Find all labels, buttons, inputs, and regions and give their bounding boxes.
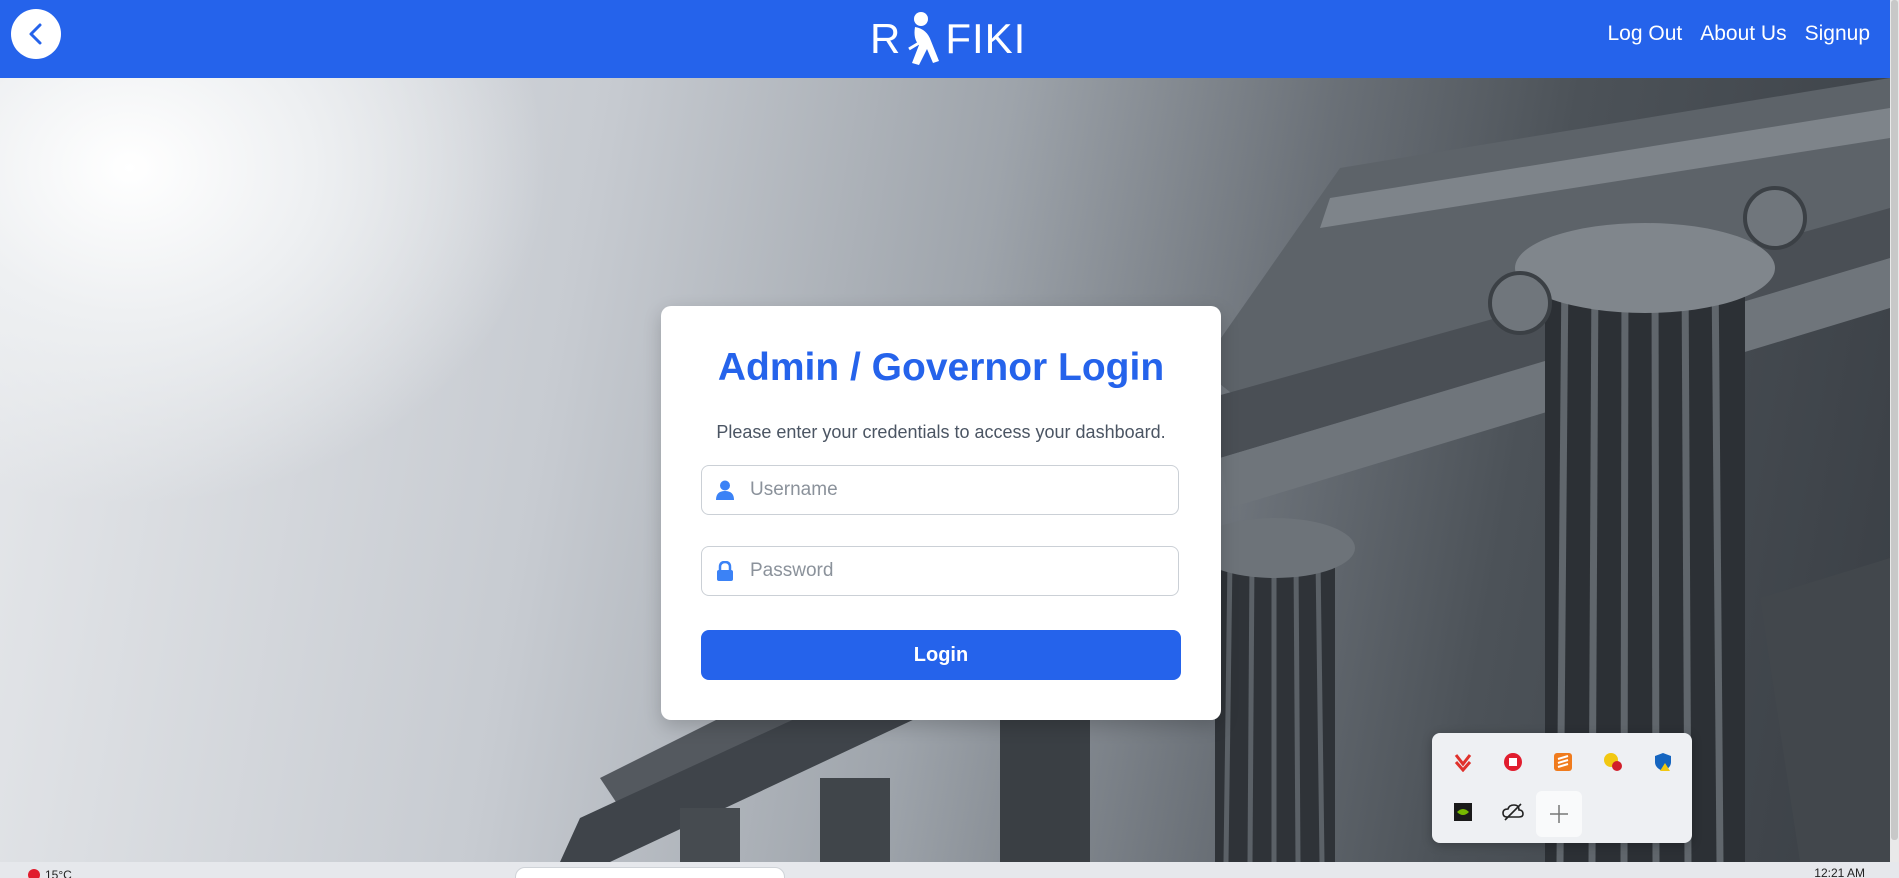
page-scrollbar[interactable] xyxy=(1890,0,1899,862)
top-navbar: R FIKI Log Out About Us Signup xyxy=(0,0,1890,78)
scrollbar-thumb[interactable] xyxy=(1891,0,1898,840)
login-card: Admin / Governor Login Please enter your… xyxy=(661,306,1221,720)
cloud-offline-icon[interactable] xyxy=(1502,801,1524,823)
shield-warning-icon[interactable] xyxy=(1652,751,1674,773)
logout-link[interactable]: Log Out xyxy=(1607,18,1682,50)
login-subtitle: Please enter your credentials to access … xyxy=(716,422,1166,442)
username-field[interactable] xyxy=(701,465,1179,515)
brand-logo[interactable]: R FIKI xyxy=(870,0,1026,78)
download-app-icon[interactable] xyxy=(1452,751,1474,773)
nav-links: Log Out About Us Signup xyxy=(1607,18,1870,50)
key-security-icon[interactable] xyxy=(1602,751,1624,773)
login-button[interactable]: Login xyxy=(701,630,1181,680)
weather-icon xyxy=(28,869,40,878)
taskbar: 15°C 12:21 AM xyxy=(0,862,1899,878)
password-input[interactable] xyxy=(748,559,1152,583)
weather-temp: 15°C xyxy=(45,868,72,878)
signup-link[interactable]: Signup xyxy=(1805,18,1870,50)
move-plus-icon xyxy=(1550,805,1568,823)
about-us-link[interactable]: About Us xyxy=(1700,18,1786,50)
nvidia-icon[interactable] xyxy=(1452,801,1474,823)
taskbar-search[interactable] xyxy=(515,867,785,878)
lock-icon xyxy=(714,560,736,582)
clock[interactable]: 12:21 AM xyxy=(1814,866,1865,878)
lion-figure-icon xyxy=(908,12,940,65)
system-tray-popup xyxy=(1432,733,1692,843)
user-icon xyxy=(714,479,736,501)
login-title: Admin / Governor Login xyxy=(717,346,1165,389)
password-field[interactable] xyxy=(701,546,1179,596)
back-button[interactable] xyxy=(11,9,61,59)
username-input[interactable] xyxy=(748,478,1152,502)
add-tray-icon-button[interactable] xyxy=(1536,791,1582,837)
weather-widget[interactable]: 15°C xyxy=(28,868,72,878)
anydesk-style-icon[interactable] xyxy=(1502,751,1524,773)
chevron-left-icon xyxy=(29,23,42,45)
brand-letter-left: R xyxy=(870,15,902,62)
sublime-app-icon[interactable] xyxy=(1552,751,1574,773)
brand-letters-right: FIKI xyxy=(945,15,1027,62)
